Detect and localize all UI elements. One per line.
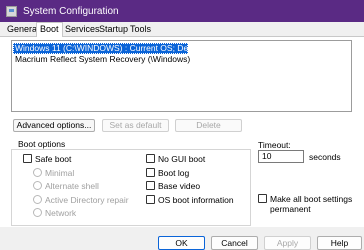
- tab-boot[interactable]: Boot: [36, 22, 63, 38]
- cancel-button[interactable]: Cancel: [211, 236, 258, 250]
- timeout-label: Timeout:: [258, 140, 291, 150]
- safe-boot-label: Safe boot: [35, 154, 72, 164]
- title-bar: System Configuration: [0, 0, 364, 22]
- minimal-radio[interactable]: [33, 168, 42, 177]
- minimal-label: Minimal: [45, 168, 75, 178]
- set-as-default-button[interactable]: Set as default: [102, 119, 169, 132]
- base-video-label: Base video: [158, 181, 201, 191]
- boot-options-title: Boot options: [16, 139, 68, 149]
- alternate-shell-radio[interactable]: [33, 181, 42, 190]
- advanced-options-button[interactable]: Advanced options...: [13, 119, 95, 132]
- window-title: System Configuration: [23, 5, 119, 17]
- base-video-checkbox[interactable]: [146, 181, 155, 190]
- os-list-item[interactable]: Macrium Reflect System Recovery (\Window…: [13, 54, 190, 65]
- ad-repair-label: Active Directory repair: [45, 195, 129, 205]
- os-boot-info-label: OS boot information: [158, 195, 234, 205]
- os-boot-info-checkbox[interactable]: [146, 195, 155, 204]
- system-config-icon: [6, 5, 17, 17]
- timeout-unit-label: seconds: [309, 152, 341, 162]
- delete-button[interactable]: Delete: [175, 119, 242, 132]
- ok-button[interactable]: OK: [158, 236, 205, 250]
- boot-log-label: Boot log: [158, 168, 190, 178]
- no-gui-boot-label: No GUI boot: [158, 154, 206, 164]
- alternate-shell-label: Alternate shell: [45, 181, 99, 191]
- no-gui-boot-checkbox[interactable]: [146, 154, 155, 163]
- network-label: Network: [45, 208, 77, 218]
- tab-strip: General Boot Services Startup Tools: [0, 22, 364, 38]
- make-permanent-checkbox[interactable]: [258, 194, 267, 203]
- os-list-item[interactable]: Windows 11 (C:\WINDOWS) : Current OS; De…: [13, 43, 219, 54]
- make-permanent-label-line2: permanent: [270, 204, 311, 214]
- apply-button[interactable]: Apply: [264, 236, 311, 250]
- os-list[interactable]: Windows 11 (C:\WINDOWS) : Current OS; De…: [11, 40, 352, 112]
- make-permanent-label-line1: Make all boot settings: [270, 194, 353, 204]
- help-button[interactable]: Help: [317, 236, 362, 250]
- timeout-input[interactable]: 10: [258, 150, 304, 163]
- network-radio[interactable]: [33, 208, 42, 217]
- tab-tools[interactable]: Tools: [127, 23, 154, 37]
- safe-boot-checkbox[interactable]: [23, 154, 32, 163]
- tab-startup[interactable]: Startup: [96, 23, 131, 37]
- boot-log-checkbox[interactable]: [146, 168, 155, 177]
- ad-repair-radio[interactable]: [33, 195, 42, 204]
